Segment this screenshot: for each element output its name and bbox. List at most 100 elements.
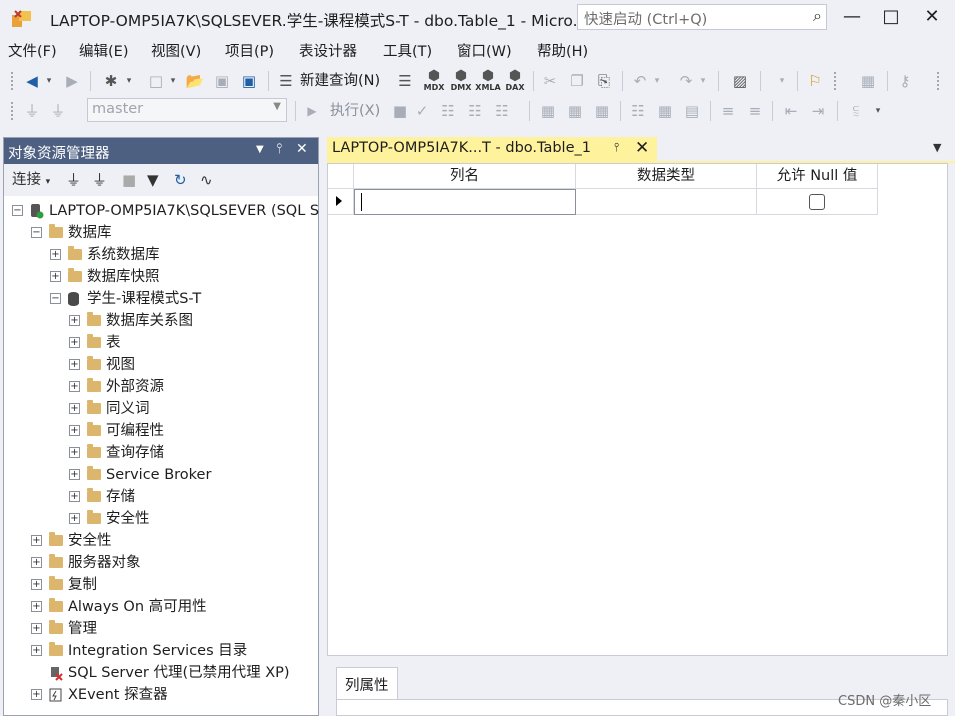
tree-node[interactable]: + 管理 (4, 618, 318, 640)
menu-window[interactable]: 窗口(W) (457, 40, 512, 61)
tree-node[interactable]: + 存储 (4, 486, 318, 508)
collapse-icon[interactable]: − (31, 227, 42, 238)
results-to-file-icon[interactable]: ▤ (681, 101, 703, 121)
connect-icon[interactable]: ⏚ (66, 170, 81, 190)
pin-icon[interactable]: ⫯ (614, 140, 619, 155)
add-item-icon[interactable]: □ (145, 71, 167, 91)
increase-indent-icon[interactable]: ⇥ (807, 101, 829, 121)
dmx-query-icon[interactable]: ⬢ DMX (448, 69, 474, 92)
tree-node[interactable]: + 复制 (4, 574, 318, 596)
close-icon[interactable]: ✕ (635, 138, 649, 158)
primary-key-icon[interactable]: ⚷ (894, 71, 916, 91)
results-to-grid-icon[interactable]: ▦ (654, 101, 676, 121)
data-type-input[interactable] (576, 189, 757, 215)
tree-node[interactable]: + 数据库关系图 (4, 310, 318, 332)
column-properties-tab[interactable]: 列属性 (336, 667, 398, 699)
column-header-allow-null[interactable]: 允许 Null 值 (757, 164, 878, 189)
tree-node[interactable]: + Service Broker (4, 464, 318, 486)
back-dropdown-icon[interactable]: ▾ (44, 71, 54, 91)
expand-icon[interactable]: + (69, 359, 80, 370)
new-project-dropdown-icon[interactable]: ▾ (124, 71, 134, 91)
tree-node[interactable]: + 外部资源 (4, 376, 318, 398)
expand-icon[interactable]: + (31, 579, 42, 590)
execute-button[interactable]: 执行(X) (330, 101, 380, 121)
tree-node[interactable]: − LAPTOP-OMP5IA7K\SQLSEVER (SQL S (4, 200, 319, 222)
allow-null-checkbox[interactable] (809, 194, 825, 210)
expand-icon[interactable]: + (69, 403, 80, 414)
redo-dropdown-icon[interactable]: ▾ (698, 71, 708, 91)
cut-icon[interactable]: ✂ (540, 71, 560, 91)
tree-node[interactable]: + 安全性 (4, 530, 318, 552)
column-header-name[interactable]: 列名 (354, 164, 576, 189)
expand-icon[interactable]: + (69, 447, 80, 458)
toolbar-grip[interactable] (10, 101, 14, 121)
panel-menu-icon[interactable]: ▼ (256, 144, 264, 155)
back-icon[interactable]: ◀ (22, 71, 42, 91)
tree-node[interactable]: + 可编程性 (4, 420, 318, 442)
expand-icon[interactable]: + (69, 315, 80, 326)
copy-icon[interactable]: ❐ (567, 71, 587, 91)
new-project-icon[interactable]: ✱ (100, 71, 122, 91)
tree-node[interactable]: + 表 (4, 332, 318, 354)
menu-tools[interactable]: 工具(T) (383, 40, 432, 61)
menu-help[interactable]: 帮助(H) (537, 40, 588, 61)
save-all-icon[interactable]: ▣ (238, 71, 260, 91)
xmla-query-icon[interactable]: ⬢ XMLA (475, 69, 501, 92)
database-selector[interactable]: master ▼ (87, 98, 287, 122)
menu-project[interactable]: 项目(P) (225, 40, 274, 61)
find-in-files-icon[interactable]: ⚐ (805, 71, 825, 91)
column-header-data-type[interactable]: 数据类型 (576, 164, 757, 189)
save-icon[interactable]: ▣ (211, 71, 233, 91)
menu-edit[interactable]: 编辑(E) (79, 40, 128, 61)
activity-monitor-icon[interactable]: ▨ (729, 71, 751, 91)
disconnect-icon[interactable]: ⏚ (92, 170, 107, 190)
decrease-indent-icon[interactable]: ⇤ (780, 101, 802, 121)
expand-icon[interactable]: + (69, 491, 80, 502)
close-icon[interactable]: ✕ (296, 141, 308, 157)
tree-node[interactable]: + Always On 高可用性 (4, 596, 318, 618)
stop-icon[interactable]: ■ (122, 170, 136, 190)
refresh-icon[interactable]: ↻ (174, 170, 187, 190)
tree-node[interactable]: + XEvent 探查器 (4, 684, 318, 706)
dax-query-icon[interactable]: ⬢ DAX (502, 69, 528, 92)
tree-node[interactable]: + 查询存储 (4, 442, 318, 464)
pin-icon[interactable]: ⫯ (276, 141, 282, 157)
expand-icon[interactable]: + (31, 623, 42, 634)
expand-icon[interactable]: + (31, 645, 42, 656)
filter-icon[interactable]: ▼ (147, 170, 159, 190)
tree-node[interactable]: + Integration Services 目录 (4, 640, 318, 662)
expand-icon[interactable]: + (31, 689, 42, 700)
minimize-button[interactable]: — (838, 5, 866, 29)
close-button[interactable]: ✕ (918, 5, 946, 29)
new-query-button[interactable]: 新建查询(N) (300, 71, 380, 91)
execute-icon[interactable]: ▶ (304, 101, 320, 121)
toolbar-grip[interactable] (833, 71, 837, 91)
tree-node[interactable]: − 数据库 (4, 222, 318, 244)
toolbar-options-icon[interactable]: ▾ (872, 101, 884, 121)
collapse-icon[interactable]: − (50, 293, 61, 304)
maximize-button[interactable]: □ (877, 5, 905, 29)
undo-dropdown-icon[interactable]: ▾ (652, 71, 662, 91)
paste-icon[interactable]: ⎘ (594, 71, 614, 91)
intellisense-icon[interactable]: ☷ (491, 101, 513, 121)
menu-file[interactable]: 文件(F) (8, 40, 57, 61)
tree-node[interactable]: SQL Server 代理(已禁用代理 XP) (4, 662, 318, 684)
collapse-icon[interactable]: − (12, 205, 23, 216)
open-file-icon[interactable]: 📂 (184, 71, 206, 91)
menu-table-designer[interactable]: 表设计器 (299, 40, 357, 61)
relationships-icon[interactable]: ▦ (857, 71, 879, 91)
search-icon[interactable]: ⌕ (813, 6, 822, 26)
expand-icon[interactable]: + (69, 337, 80, 348)
uncomment-lines-icon[interactable]: ≡ (744, 101, 766, 121)
tree-node[interactable]: + 同义词 (4, 398, 318, 420)
expand-icon[interactable]: + (31, 601, 42, 612)
stop-icon[interactable]: ■ (392, 101, 408, 121)
undo-icon[interactable]: ↶ (630, 71, 650, 91)
column-name-input[interactable] (354, 189, 576, 215)
redo-icon[interactable]: ↷ (676, 71, 696, 91)
menu-view[interactable]: 视图(V) (151, 40, 201, 61)
toolbar-grip[interactable] (10, 71, 14, 91)
live-query-stats-icon[interactable]: ▦ (564, 101, 586, 121)
query-designer-icon[interactable]: ☷ (464, 101, 486, 121)
connect-button[interactable]: 连接 ▾ (12, 170, 50, 192)
